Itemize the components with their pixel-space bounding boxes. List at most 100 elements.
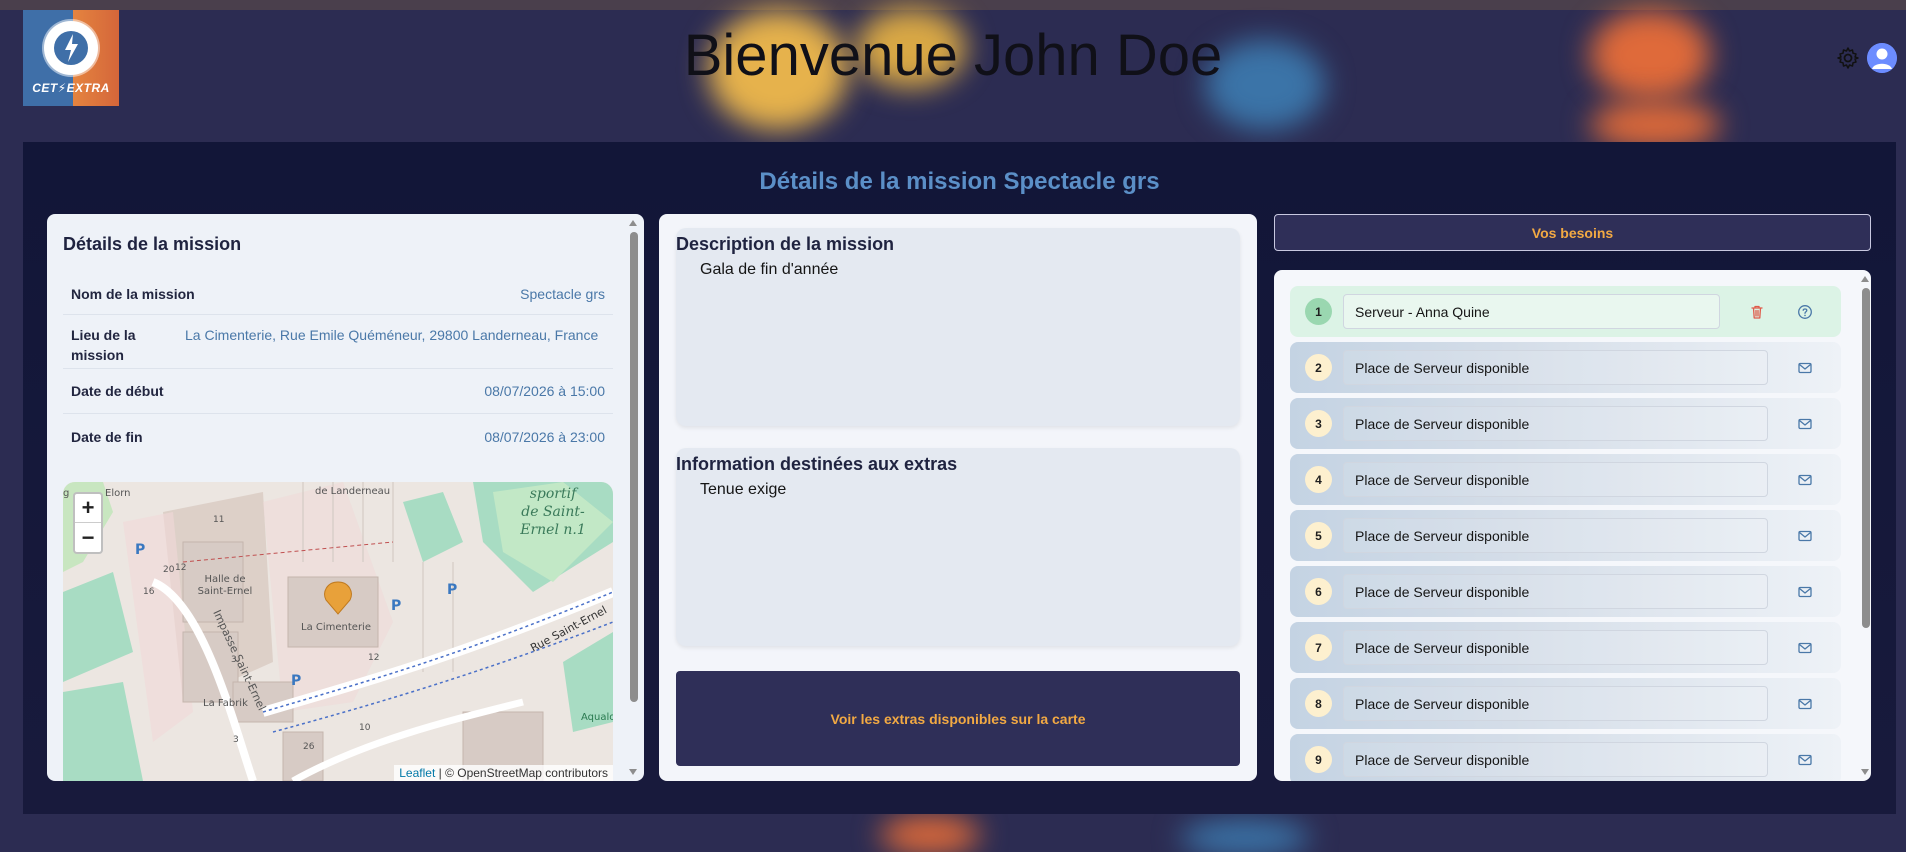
invite-mail-icon[interactable] [1797, 528, 1813, 544]
needs-scrollbar[interactable] [1859, 274, 1871, 777]
need-field[interactable]: Place de Serveur disponible [1343, 574, 1768, 609]
detail-label: Date de fin [71, 428, 143, 445]
svg-text:Aqualorn: Aqualorn [581, 712, 613, 723]
zoom-in-button[interactable]: + [75, 494, 101, 523]
need-number-badge: 9 [1305, 746, 1332, 773]
extras-info-box: Information destinées aux extras Tenue e… [676, 448, 1240, 646]
svg-text:sportif: sportif [530, 486, 579, 502]
svg-text:P: P [391, 598, 401, 614]
need-field[interactable]: Place de Serveur disponible [1343, 630, 1768, 665]
need-number-badge: 7 [1305, 634, 1332, 661]
zoom-out-button[interactable]: − [75, 523, 101, 552]
invite-mail-icon[interactable] [1797, 696, 1813, 712]
needs-button[interactable]: Vos besoins [1274, 214, 1871, 251]
svg-text:La Cimenterie: La Cimenterie [301, 622, 371, 633]
extras-info-heading: Information destinées aux extras [676, 454, 958, 474]
need-field[interactable]: Serveur - Anna Quine [1343, 294, 1720, 329]
leaflet-link[interactable]: Leaflet [399, 766, 435, 780]
invite-mail-icon[interactable] [1797, 416, 1813, 432]
need-field[interactable]: Place de Serveur disponible [1343, 406, 1768, 441]
svg-text:La Fabrik: La Fabrik [203, 698, 248, 709]
need-row: 5 Place de Serveur disponible [1290, 510, 1841, 561]
need-number-badge: 1 [1305, 298, 1332, 325]
svg-text:Elorn: Elorn [105, 488, 131, 499]
scroll-down-icon[interactable] [629, 769, 637, 775]
scroll-up-icon[interactable] [629, 220, 637, 226]
need-row: 4 Place de Serveur disponible [1290, 454, 1841, 505]
delete-trash-icon[interactable] [1749, 304, 1765, 320]
mission-map[interactable]: g Elorn de Landerneau La Cimenterie Halle… [63, 482, 613, 781]
svg-text:de Saint-: de Saint- [521, 504, 585, 520]
need-row: 1 Serveur - Anna Quine [1290, 286, 1841, 337]
svg-text:P: P [447, 582, 457, 598]
detail-row-end: Date de fin 08/07/2026 à 23:00 [63, 414, 613, 459]
invite-mail-icon[interactable] [1797, 640, 1813, 656]
invite-mail-icon[interactable] [1797, 584, 1813, 600]
svg-text:Saint-Ernel: Saint-Ernel [198, 586, 253, 597]
need-number-badge: 3 [1305, 410, 1332, 437]
svg-text:26: 26 [303, 742, 315, 752]
need-field[interactable]: Place de Serveur disponible [1343, 518, 1768, 553]
mission-title: Détails de la mission Spectacle grs [759, 168, 1160, 195]
need-field[interactable]: Place de Serveur disponible [1343, 350, 1768, 385]
svg-text:3: 3 [233, 735, 239, 745]
need-row: 9 Place de Serveur disponible [1290, 734, 1841, 781]
need-row: 3 Place de Serveur disponible [1290, 398, 1841, 449]
scroll-down-icon[interactable] [1861, 769, 1869, 775]
svg-text:11: 11 [213, 515, 224, 525]
need-number-badge: 2 [1305, 354, 1332, 381]
need-number-badge: 5 [1305, 522, 1332, 549]
detail-value: Spectacle grs [520, 285, 605, 302]
svg-text:P: P [291, 673, 301, 689]
invite-mail-icon[interactable] [1797, 752, 1813, 768]
svg-text:de Landerneau: de Landerneau [315, 486, 390, 497]
svg-text:Ernel n.1: Ernel n.1 [519, 522, 586, 538]
svg-text:20: 20 [163, 565, 175, 575]
settings-gear-icon[interactable] [1836, 46, 1860, 70]
need-number-badge: 8 [1305, 690, 1332, 717]
detail-value: 08/07/2026 à 15:00 [484, 383, 605, 399]
top-strip [0, 0, 1906, 10]
scrollbar-thumb[interactable] [630, 232, 638, 702]
bokeh-decoration [880, 815, 980, 852]
extras-info-text: Tenue exige [700, 481, 787, 498]
mission-description-panel: Description de la mission Gala de fin d'… [659, 214, 1257, 781]
map-attribution: Leaflet | © OpenStreetMap contributors [394, 765, 613, 781]
detail-row-name: Nom de la mission Spectacle grs [63, 273, 613, 315]
detail-value: La Cimenterie, Rue Emile Quéméneur, 2980… [185, 327, 599, 343]
description-heading: Description de la mission [676, 234, 895, 254]
need-row: 2 Place de Serveur disponible [1290, 342, 1841, 393]
svg-text:g: g [63, 488, 69, 499]
svg-text:Halle de: Halle de [204, 574, 245, 585]
map-zoom-control: + − [73, 492, 103, 554]
invite-mail-icon[interactable] [1797, 472, 1813, 488]
detail-row-location: Lieu de la mission La Cimenterie, Rue Em… [63, 315, 613, 369]
help-question-icon[interactable] [1797, 304, 1813, 320]
detail-label: Nom de la mission [71, 285, 195, 302]
osm-attribution: | © OpenStreetMap contributors [435, 766, 608, 780]
need-number-badge: 6 [1305, 578, 1332, 605]
invite-mail-icon[interactable] [1797, 360, 1813, 376]
need-field[interactable]: Place de Serveur disponible [1343, 686, 1768, 721]
scroll-up-icon[interactable] [1861, 276, 1869, 282]
description-box: Description de la mission Gala de fin d'… [676, 228, 1240, 426]
details-scrollbar[interactable] [628, 218, 638, 777]
need-number-badge: 4 [1305, 466, 1332, 493]
svg-text:12: 12 [368, 653, 379, 663]
view-extras-map-button[interactable]: Voir les extras disponibles sur la carte [676, 671, 1240, 766]
need-field[interactable]: Place de Serveur disponible [1343, 462, 1768, 497]
mission-details-panel: Détails de la mission Nom de la mission … [47, 214, 644, 781]
details-heading: Détails de la mission [63, 234, 242, 254]
user-avatar-icon[interactable] [1867, 43, 1897, 73]
svg-text:P: P [135, 542, 145, 558]
scrollbar-thumb[interactable] [1862, 288, 1870, 628]
need-row: 7 Place de Serveur disponible [1290, 622, 1841, 673]
svg-text:16: 16 [143, 587, 155, 597]
need-row: 6 Place de Serveur disponible [1290, 566, 1841, 617]
description-text: Gala de fin d'année [700, 261, 839, 278]
need-field[interactable]: Place de Serveur disponible [1343, 742, 1768, 777]
mission-container: Détails de la mission Spectacle grs Déta… [23, 142, 1896, 814]
need-row: 8 Place de Serveur disponible [1290, 678, 1841, 729]
detail-row-start: Date de début 08/07/2026 à 15:00 [63, 369, 613, 414]
needs-list-panel: 1 Serveur - Anna Quine 2 Place de Serveur d… [1274, 270, 1871, 781]
